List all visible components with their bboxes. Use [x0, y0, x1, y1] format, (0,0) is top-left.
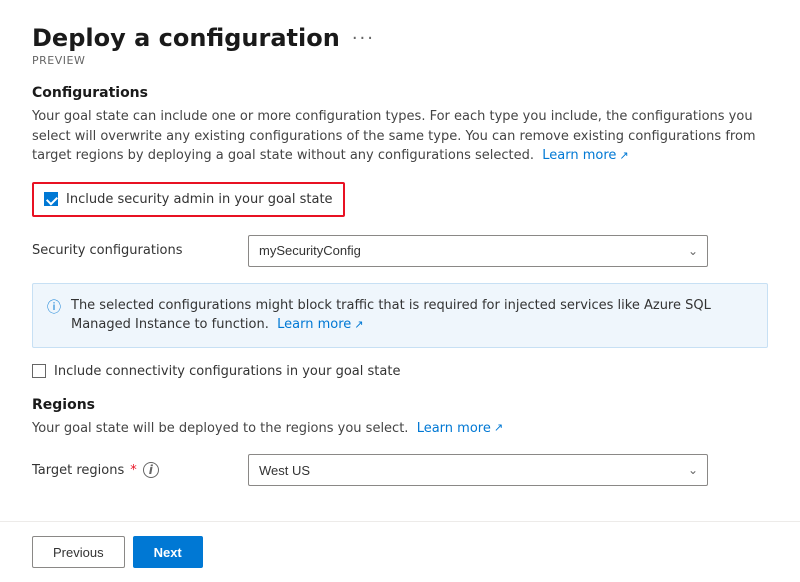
target-regions-select-wrapper: West US East US West Europe East Asia ⌄ [248, 454, 708, 486]
target-regions-label: Target regions * i [32, 462, 232, 478]
regions-description: Your goal state will be deployed to the … [32, 419, 768, 439]
info-box: ⓘ The selected configurations might bloc… [32, 283, 768, 348]
info-box-learn-more-link[interactable]: Learn more ↗ [277, 315, 363, 335]
main-content: Deploy a configuration ··· PREVIEW Confi… [0, 0, 800, 526]
previous-button[interactable]: Previous [32, 536, 125, 568]
next-button[interactable]: Next [133, 536, 203, 568]
regions-external-icon: ↗ [494, 420, 503, 437]
regions-learn-more-link[interactable]: Learn more ↗ [417, 419, 503, 439]
configurations-section: Configurations Your goal state can inclu… [32, 85, 768, 166]
configurations-description: Your goal state can include one or more … [32, 107, 768, 166]
security-admin-label: Include security admin in your goal stat… [66, 192, 333, 207]
connectivity-checkbox[interactable] [32, 364, 46, 378]
connectivity-label: Include connectivity configurations in y… [54, 364, 400, 379]
target-regions-select[interactable]: West US East US West Europe East Asia [248, 454, 708, 486]
info-box-external-icon: ↗ [354, 317, 363, 334]
external-link-icon: ↗ [619, 148, 628, 165]
info-box-text: The selected configurations might block … [71, 296, 753, 335]
page-title: Deploy a configuration [32, 24, 340, 52]
footer: Previous Next [0, 521, 800, 582]
connectivity-checkbox-row: Include connectivity configurations in y… [32, 364, 768, 379]
target-regions-label-container: Target regions * i [32, 462, 232, 478]
security-admin-checkbox[interactable] [44, 192, 58, 206]
target-regions-info-icon[interactable]: i [143, 462, 159, 478]
security-configurations-label: Security configurations [32, 243, 232, 258]
configurations-learn-more-link[interactable]: Learn more ↗ [542, 146, 628, 166]
security-configurations-row: Security configurations mySecurityConfig… [32, 235, 768, 267]
regions-title: Regions [32, 397, 768, 413]
info-icon: ⓘ [47, 297, 61, 317]
preview-badge: PREVIEW [32, 54, 768, 67]
target-regions-row: Target regions * i West US East US West … [32, 454, 768, 486]
page-header: Deploy a configuration ··· [32, 24, 768, 52]
configurations-title: Configurations [32, 85, 768, 101]
regions-section: Regions Your goal state will be deployed… [32, 397, 768, 439]
security-admin-checkbox-row: Include security admin in your goal stat… [32, 182, 345, 217]
security-configurations-select-wrapper: mySecurityConfig ⌄ [248, 235, 708, 267]
security-configurations-select[interactable]: mySecurityConfig [248, 235, 708, 267]
required-star: * [130, 463, 137, 478]
more-options-icon[interactable]: ··· [352, 28, 375, 49]
